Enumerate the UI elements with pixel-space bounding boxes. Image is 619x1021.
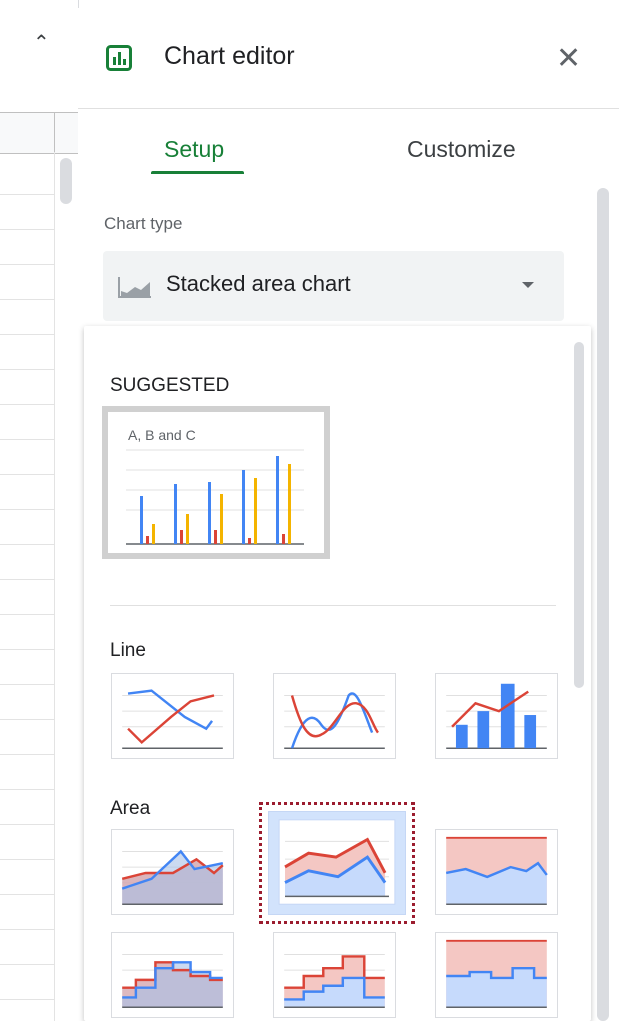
chart-option-area[interactable]	[111, 829, 234, 915]
grid-line	[0, 369, 54, 370]
chevron-up-icon[interactable]: ⌃	[33, 30, 50, 55]
grid-line	[0, 999, 54, 1000]
chart-type-list: SUGGESTED A, B and C Line Area	[84, 326, 591, 1021]
active-tab-indicator	[151, 171, 244, 174]
panel-scrollbar[interactable]	[597, 188, 609, 1021]
chart-option-column-suggested[interactable]: A, B and C	[102, 406, 330, 559]
grid-line	[0, 614, 54, 615]
tab-customize[interactable]: Customize	[407, 136, 516, 163]
editor-header: Chart editor ✕	[78, 8, 619, 109]
chart-option-line[interactable]	[111, 673, 234, 759]
grid-line	[0, 754, 54, 755]
grid-line	[0, 719, 54, 720]
grid-line	[0, 229, 54, 230]
grid-line	[0, 299, 54, 300]
close-icon[interactable]: ✕	[556, 44, 581, 74]
sheet-scrollbar[interactable]	[60, 158, 72, 204]
suggested-chart-title: A, B and C	[128, 427, 196, 443]
spreadsheet-area: ⌃	[0, 0, 79, 1021]
section-suggested-heading: SUGGESTED	[110, 375, 230, 396]
grid-line	[0, 194, 54, 195]
grid-line	[0, 964, 54, 965]
grid-line	[0, 824, 54, 825]
grid-line	[0, 264, 54, 265]
chart-option-stacked-stepped-area[interactable]	[273, 932, 396, 1018]
area-chart-icon	[117, 275, 153, 299]
chart-option-combo[interactable]	[435, 673, 558, 759]
section-area-heading: Area	[110, 798, 151, 819]
section-line-heading: Line	[110, 640, 146, 661]
chart-option-100-stacked-stepped-area[interactable]	[435, 932, 558, 1018]
column-divider	[54, 112, 55, 152]
chart-option-stacked-area[interactable]	[268, 811, 406, 915]
chart-option-smooth-line[interactable]	[273, 673, 396, 759]
chart-type-label: Chart type	[104, 214, 183, 233]
panel-scrollbar-thumb[interactable]	[597, 188, 609, 1021]
grid-line	[0, 439, 54, 440]
editor-title: Chart editor	[164, 42, 295, 70]
column-header-row	[0, 112, 78, 154]
grid-line	[0, 509, 54, 510]
grid-line	[0, 404, 54, 405]
grid-line	[0, 649, 54, 650]
grid-line	[0, 929, 54, 930]
grid-line	[0, 789, 54, 790]
chart-editor-logo-icon	[106, 45, 132, 71]
chart-editor-panel: Chart editor ✕ Setup Customize Chart typ…	[78, 8, 619, 1021]
chart-type-value: Stacked area chart	[166, 271, 351, 296]
chart-option-100-stacked-area[interactable]	[435, 829, 558, 915]
grid-line	[0, 579, 54, 580]
grid-line	[0, 859, 54, 860]
list-scrollbar[interactable]	[574, 342, 584, 688]
column-divider	[54, 152, 55, 1021]
grid-line	[0, 894, 54, 895]
chart-type-dropdown[interactable]: Stacked area chart	[103, 251, 564, 321]
grid-line	[0, 684, 54, 685]
tab-setup[interactable]: Setup	[164, 136, 224, 163]
sheet-toolbar: ⌃	[0, 0, 78, 112]
section-divider	[110, 605, 556, 606]
grid-line	[0, 474, 54, 475]
dropdown-arrow-icon	[522, 282, 534, 288]
grid-line	[0, 334, 54, 335]
grid-line	[0, 544, 54, 545]
chart-option-stepped-area[interactable]	[111, 932, 234, 1018]
